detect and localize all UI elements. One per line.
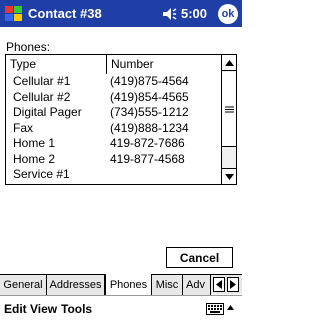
cell-type: Service #2	[6, 183, 110, 185]
table-row[interactable]: Service #2	[6, 183, 221, 185]
windows-flag-icon[interactable]	[3, 3, 25, 25]
window-title: Contact #38	[28, 6, 102, 21]
arrow-right-icon	[230, 280, 236, 289]
cell-type: Fax	[13, 120, 34, 135]
tab-phones[interactable]: Phones	[105, 274, 152, 295]
table-row[interactable]: Service #1	[6, 167, 221, 183]
cell-type: Service #1	[13, 167, 70, 181]
phones-table[interactable]: Type Number Cellular #1 (419)875-4564 Cel…	[5, 54, 237, 185]
arrow-down-icon	[225, 173, 234, 180]
cell-number: 419-877-4568	[110, 151, 185, 166]
keyboard-icon[interactable]	[206, 303, 224, 315]
table-row[interactable]: Home 2 419-877-4568	[6, 152, 221, 168]
cell-number: (419)854-4565	[110, 89, 189, 104]
tab-general[interactable]: General	[0, 275, 47, 295]
cell-number: (419)888-1234	[110, 120, 189, 135]
tab-adv[interactable]: Adv	[183, 275, 211, 295]
menu-edit[interactable]: Edit	[4, 302, 27, 316]
cell-type: Home 1	[13, 136, 56, 150]
table-row[interactable]: Cellular #1 (419)875-4564	[6, 74, 221, 90]
input-menu-arrow-icon[interactable]	[227, 305, 234, 310]
title-bar: Contact #38 5:00 ok	[0, 0, 242, 27]
cell-type: Cellular #1	[13, 74, 71, 88]
table-row[interactable]: Fax (419)888-1234	[6, 121, 221, 137]
grip-icon	[225, 106, 234, 112]
arrow-left-icon	[216, 280, 222, 289]
tab-scroll-left-button[interactable]	[213, 277, 225, 292]
cell-number	[110, 183, 221, 185]
cell-type: Home 2	[13, 151, 56, 166]
cell-number: (734)555-1212	[110, 105, 189, 119]
cell-type: Cellular #2	[13, 89, 71, 104]
tab-bar: General Addresses Phones Misc Adv	[0, 274, 242, 295]
cancel-button[interactable]: Cancel	[166, 247, 233, 268]
table-row[interactable]: Digital Pager (734)555-1212	[6, 105, 221, 121]
speaker-icon[interactable]	[161, 6, 177, 22]
ok-button[interactable]: ok	[218, 4, 238, 24]
menu-view[interactable]: View	[30, 302, 57, 316]
clock[interactable]: 5:00	[181, 6, 207, 21]
scroll-thumb[interactable]	[222, 72, 236, 147]
arrow-up-icon	[225, 59, 234, 66]
phones-label: Phones:	[6, 40, 51, 54]
table-row[interactable]: Cellular #2 (419)854-4565	[6, 90, 221, 106]
tab-scroll-right-button[interactable]	[227, 277, 239, 292]
cell-type: Digital Pager	[13, 105, 82, 119]
table-body: Cellular #1 (419)875-4564 Cellular #2 (419…	[6, 74, 221, 184]
tab-misc[interactable]: Misc	[152, 275, 183, 295]
scroll-down-button[interactable]	[222, 168, 236, 184]
menu-tools[interactable]: Tools	[61, 302, 92, 316]
scroll-up-button[interactable]	[222, 55, 236, 71]
table-header: Type Number	[6, 55, 221, 74]
vertical-scrollbar[interactable]	[221, 55, 236, 184]
cell-number: 419-872-7686	[110, 136, 185, 150]
column-header-type[interactable]: Type	[6, 55, 107, 74]
menu-bar: Edit View Tools	[0, 295, 242, 322]
tab-addresses[interactable]: Addresses	[47, 275, 105, 295]
column-header-number[interactable]: Number	[107, 55, 221, 74]
table-row[interactable]: Home 1 419-872-7686	[6, 136, 221, 152]
cell-number	[110, 167, 221, 183]
cell-number: (419)875-4564	[110, 74, 189, 88]
